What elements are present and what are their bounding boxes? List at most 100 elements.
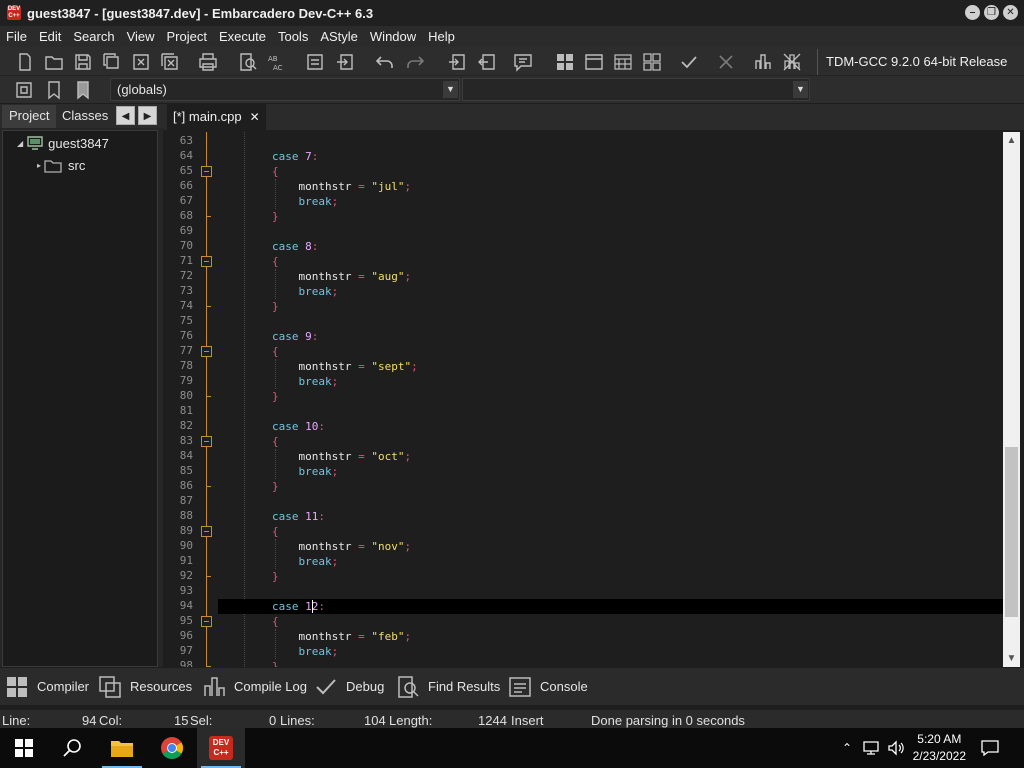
network-button[interactable] <box>858 728 884 768</box>
vertical-scrollbar[interactable]: ▲ ▼ <box>1003 132 1020 667</box>
notifications-button[interactable] <box>968 728 1012 768</box>
menu-project[interactable]: Project <box>161 29 213 44</box>
scrollbar-thumb[interactable] <box>1005 447 1018 617</box>
remove-from-project-icon[interactable] <box>475 50 499 74</box>
code-line[interactable]: { <box>219 434 279 449</box>
scroll-up-icon[interactable]: ▲ <box>1003 132 1020 149</box>
fold-collapse-icon[interactable] <box>201 256 212 267</box>
scope-combo[interactable]: (globals) ▼ <box>110 78 460 101</box>
code-line[interactable]: { <box>219 344 279 359</box>
menu-execute[interactable]: Execute <box>213 29 272 44</box>
tab-compiler[interactable]: Compiler <box>5 673 89 700</box>
code-line[interactable]: { <box>219 614 279 629</box>
volume-button[interactable] <box>884 728 908 768</box>
collapse-arrow-icon[interactable]: ◢ <box>17 139 23 148</box>
open-folder-icon[interactable] <box>42 50 66 74</box>
start-button[interactable] <box>0 728 48 768</box>
code-line[interactable]: { <box>219 254 279 269</box>
code-line[interactable]: case 8: <box>219 239 318 254</box>
code-line[interactable]: monthstr = "aug"; <box>219 269 411 284</box>
syntax-check-icon[interactable] <box>677 50 701 74</box>
tab-debug[interactable]: Debug <box>314 673 384 700</box>
chevron-down-icon[interactable]: ▼ <box>793 81 808 98</box>
fold-collapse-icon[interactable] <box>201 526 212 537</box>
menu-search[interactable]: Search <box>67 29 120 44</box>
redo-icon[interactable] <box>403 50 427 74</box>
menu-view[interactable]: View <box>121 29 161 44</box>
add-to-project-icon[interactable] <box>445 50 469 74</box>
menu-help[interactable]: Help <box>422 29 461 44</box>
save-all-icon[interactable] <box>100 50 124 74</box>
code-line[interactable]: break; <box>219 194 338 209</box>
print-icon[interactable] <box>196 50 220 74</box>
fold-collapse-icon[interactable] <box>201 436 212 447</box>
fold-collapse-icon[interactable] <box>201 166 212 177</box>
code-line[interactable]: } <box>219 299 279 314</box>
bookmark-icon[interactable] <box>42 78 66 102</box>
file-explorer-button[interactable] <box>98 728 146 768</box>
menu-file[interactable]: File <box>0 29 33 44</box>
code-line[interactable]: break; <box>219 464 338 479</box>
code-line[interactable]: break; <box>219 284 338 299</box>
code-line[interactable]: case 12: <box>219 599 325 614</box>
code-line[interactable]: case 10: <box>219 419 325 434</box>
devcpp-taskbar-button[interactable]: DEV C++ <box>197 728 245 768</box>
code-line[interactable]: { <box>219 524 279 539</box>
menu-tools[interactable]: Tools <box>272 29 314 44</box>
save-icon[interactable] <box>71 50 95 74</box>
show-hidden-icons-button[interactable]: ⌃ <box>836 728 858 768</box>
chrome-button[interactable] <box>148 728 196 768</box>
member-combo[interactable]: ▼ <box>462 78 810 101</box>
abort-compilation-icon[interactable] <box>714 50 738 74</box>
code-line[interactable]: case 9: <box>219 329 318 344</box>
replace-icon[interactable]: AB AC <box>265 50 289 74</box>
code-line[interactable]: break; <box>219 554 338 569</box>
tab-resources[interactable]: Resources <box>98 673 192 700</box>
run-icon[interactable] <box>582 50 606 74</box>
compile-run-icon[interactable] <box>611 50 635 74</box>
chevron-left-icon[interactable]: ◀ <box>116 106 135 125</box>
goto-bookmark-icon[interactable] <box>71 78 95 102</box>
indent-icon[interactable] <box>303 50 327 74</box>
find-icon[interactable] <box>236 50 260 74</box>
chevron-down-icon[interactable]: ▼ <box>443 81 458 98</box>
code-line[interactable]: monthstr = "feb"; <box>219 629 411 644</box>
project-options-icon[interactable] <box>511 50 535 74</box>
unindent-icon[interactable] <box>333 50 357 74</box>
close-all-icon[interactable] <box>158 50 182 74</box>
code-line[interactable]: monthstr = "oct"; <box>219 449 411 464</box>
tree-node-root[interactable]: ◢ guest3847 <box>17 135 109 151</box>
code-line[interactable]: } <box>219 389 279 404</box>
minimize-button[interactable]: – <box>965 5 980 20</box>
tab-main-cpp[interactable]: [*] main.cpp ✕ <box>167 104 266 130</box>
fold-collapse-icon[interactable] <box>201 616 212 627</box>
search-button[interactable] <box>48 728 96 768</box>
close-tab-icon[interactable]: ✕ <box>250 105 260 129</box>
fold-collapse-icon[interactable] <box>201 346 212 357</box>
code-line[interactable]: case 7: <box>219 149 318 164</box>
rebuild-all-icon[interactable] <box>640 50 664 74</box>
code-line[interactable]: monthstr = "nov"; <box>219 539 411 554</box>
scroll-down-icon[interactable]: ▼ <box>1003 650 1020 667</box>
tree-node-src[interactable]: ▸ src <box>37 158 85 173</box>
tab-classes[interactable]: Classes <box>55 105 115 128</box>
profile-icon[interactable] <box>751 50 775 74</box>
new-file-icon[interactable] <box>13 50 37 74</box>
close-button[interactable]: ✕ <box>1003 5 1018 20</box>
code-line[interactable]: { <box>219 164 279 179</box>
undo-icon[interactable] <box>373 50 397 74</box>
code-line[interactable]: } <box>219 569 279 584</box>
tab-compile-log[interactable]: Compile Log <box>202 673 307 700</box>
close-file-icon[interactable] <box>129 50 153 74</box>
code-line[interactable]: break; <box>219 374 338 389</box>
chevron-right-icon[interactable]: ▶ <box>138 106 157 125</box>
goto-project-icon[interactable] <box>12 78 36 102</box>
tab-console[interactable]: Console <box>508 673 588 700</box>
code-line[interactable]: } <box>219 209 279 224</box>
menu-astyle[interactable]: AStyle <box>314 29 364 44</box>
code-line[interactable]: } <box>219 659 279 667</box>
code-line[interactable]: } <box>219 479 279 494</box>
code-line[interactable]: monthstr = "sept"; <box>219 359 417 374</box>
code-line[interactable]: monthstr = "jul"; <box>219 179 411 194</box>
compile-icon[interactable] <box>553 50 577 74</box>
